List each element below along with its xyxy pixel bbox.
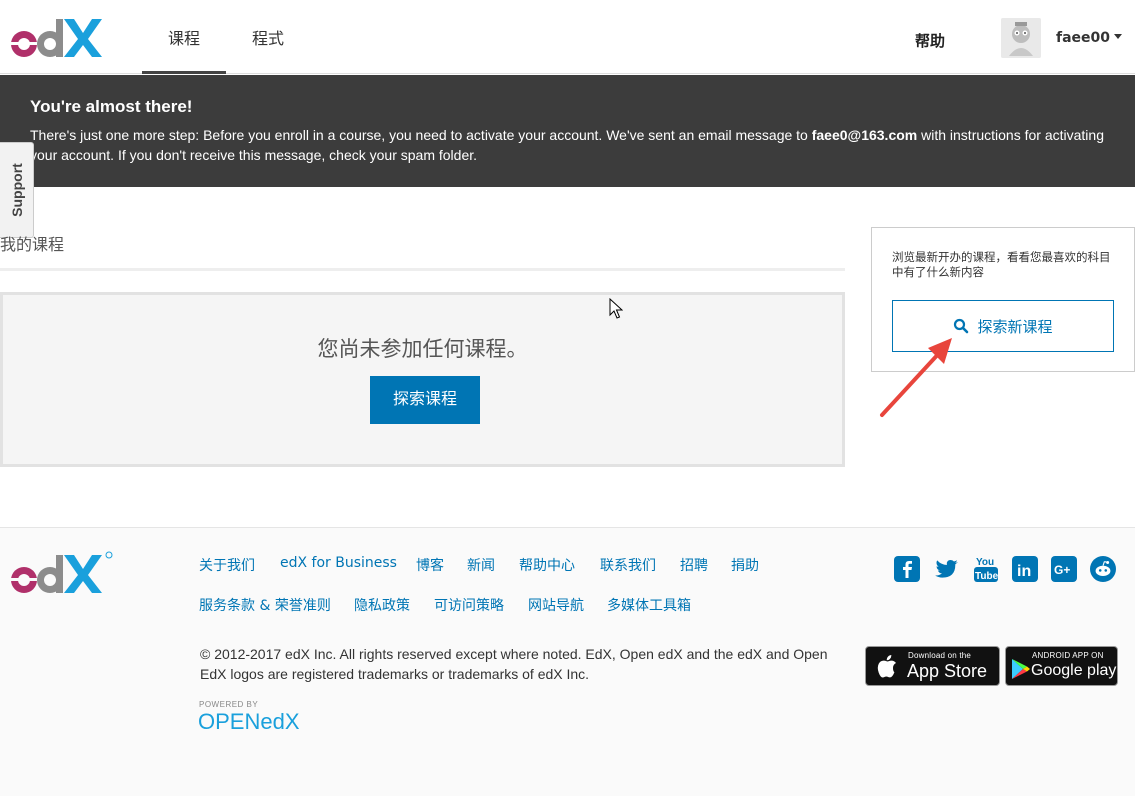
avatar-image: [1001, 18, 1041, 58]
banner-message: There's just one more step: Before you e…: [30, 125, 1105, 165]
explore-new-courses-label: 探索新课程: [977, 318, 1053, 336]
app-store-small-label: Download on the: [908, 651, 972, 660]
username[interactable]: faee00: [1056, 30, 1110, 46]
tab-programs[interactable]: 程式: [226, 0, 310, 74]
page: 课程 程式 帮助 faee00 You're almost there! The…: [0, 0, 1135, 796]
banner-email: faee0@163.com: [811, 127, 918, 143]
footer-link-news[interactable]: 新闻: [467, 555, 495, 575]
footer-link-careers[interactable]: 招聘: [680, 555, 708, 575]
tab-programs-label: 程式: [251, 29, 284, 48]
footer-link-donate[interactable]: 捐助: [731, 555, 759, 575]
google-play-icon: [1012, 659, 1030, 679]
footer-link-business[interactable]: edX for Business: [280, 555, 397, 571]
youtube-bottom-label: Tube: [975, 571, 999, 582]
site-header: 课程 程式 帮助 faee00: [0, 0, 1135, 74]
youtube-top-label: You: [976, 557, 994, 568]
powered-brand-label: OPENedX: [198, 709, 300, 734]
page-title: 我的课程: [0, 235, 65, 254]
chevron-down-icon[interactable]: [1114, 34, 1122, 39]
powered-by-label: POWERED BY: [199, 700, 258, 709]
google-play-small-label: ANDROID APP ON: [1032, 651, 1104, 660]
copyright-text: © 2012-2017 edX Inc. All rights reserved…: [200, 646, 828, 682]
empty-courses-message: 您尚未参加任何课程。: [317, 337, 528, 361]
app-store-badge[interactable]: Download on the App Store: [865, 646, 1000, 686]
tab-courses-label: 课程: [167, 29, 200, 48]
footer-link-terms[interactable]: 服务条款 & 荣誉准则: [199, 595, 331, 615]
reddit-icon[interactable]: [1090, 556, 1116, 582]
avatar[interactable]: [1001, 18, 1041, 58]
youtube-icon[interactable]: You Tube: [973, 556, 999, 582]
powered-by-open-edx-logo[interactable]: POWERED BY OPENedX: [198, 698, 328, 734]
footer-link-blog[interactable]: 博客: [416, 555, 444, 575]
activation-banner: You're almost there! There's just one mo…: [0, 75, 1135, 187]
app-store-big-label: App Store: [907, 661, 988, 681]
edx-logo[interactable]: [10, 16, 102, 60]
linkedin-icon[interactable]: in: [1012, 556, 1038, 582]
google-play-badge[interactable]: ANDROID APP ON Google play: [1005, 646, 1118, 686]
google-plus-label: G+: [1054, 563, 1070, 577]
footer-link-contact[interactable]: 联系我们: [600, 555, 656, 575]
google-play-big-label: Google play: [1031, 662, 1117, 679]
mouse-cursor-icon: [609, 298, 623, 319]
footer-edx-logo[interactable]: [10, 550, 114, 596]
footer-link-help-center[interactable]: 帮助中心: [519, 555, 575, 575]
divider: [0, 268, 845, 271]
explore-courses-button[interactable]: 探索课程: [370, 376, 480, 424]
tab-courses[interactable]: 课程: [142, 0, 226, 74]
banner-message-before: There's just one more step: Before you e…: [30, 127, 812, 143]
google-plus-icon[interactable]: G+: [1051, 556, 1077, 582]
help-link[interactable]: 帮助: [915, 30, 945, 51]
support-tab[interactable]: Support: [0, 142, 34, 238]
apple-icon: [877, 655, 896, 678]
footer-link-media-kit[interactable]: 多媒体工具箱: [607, 595, 691, 615]
linkedin-label: in: [1017, 563, 1031, 580]
site-footer: 关于我们 edX for Business 博客 新闻 帮助中心 联系我们 招聘…: [0, 527, 1135, 796]
twitter-icon[interactable]: [934, 556, 960, 582]
banner-title: You're almost there!: [30, 97, 193, 116]
footer-link-about[interactable]: 关于我们: [199, 555, 255, 575]
sidebar-description: 浏览最新开办的课程，看看您最喜欢的科目中有了什么新内容: [892, 250, 1111, 279]
annotation-arrow-icon: [880, 338, 952, 417]
footer-link-accessibility[interactable]: 可访问策略: [434, 595, 504, 615]
footer-link-sitemap[interactable]: 网站导航: [528, 595, 584, 615]
footer-link-privacy[interactable]: 隐私政策: [354, 595, 410, 615]
support-label: Support: [8, 163, 25, 217]
facebook-icon[interactable]: [894, 556, 920, 582]
